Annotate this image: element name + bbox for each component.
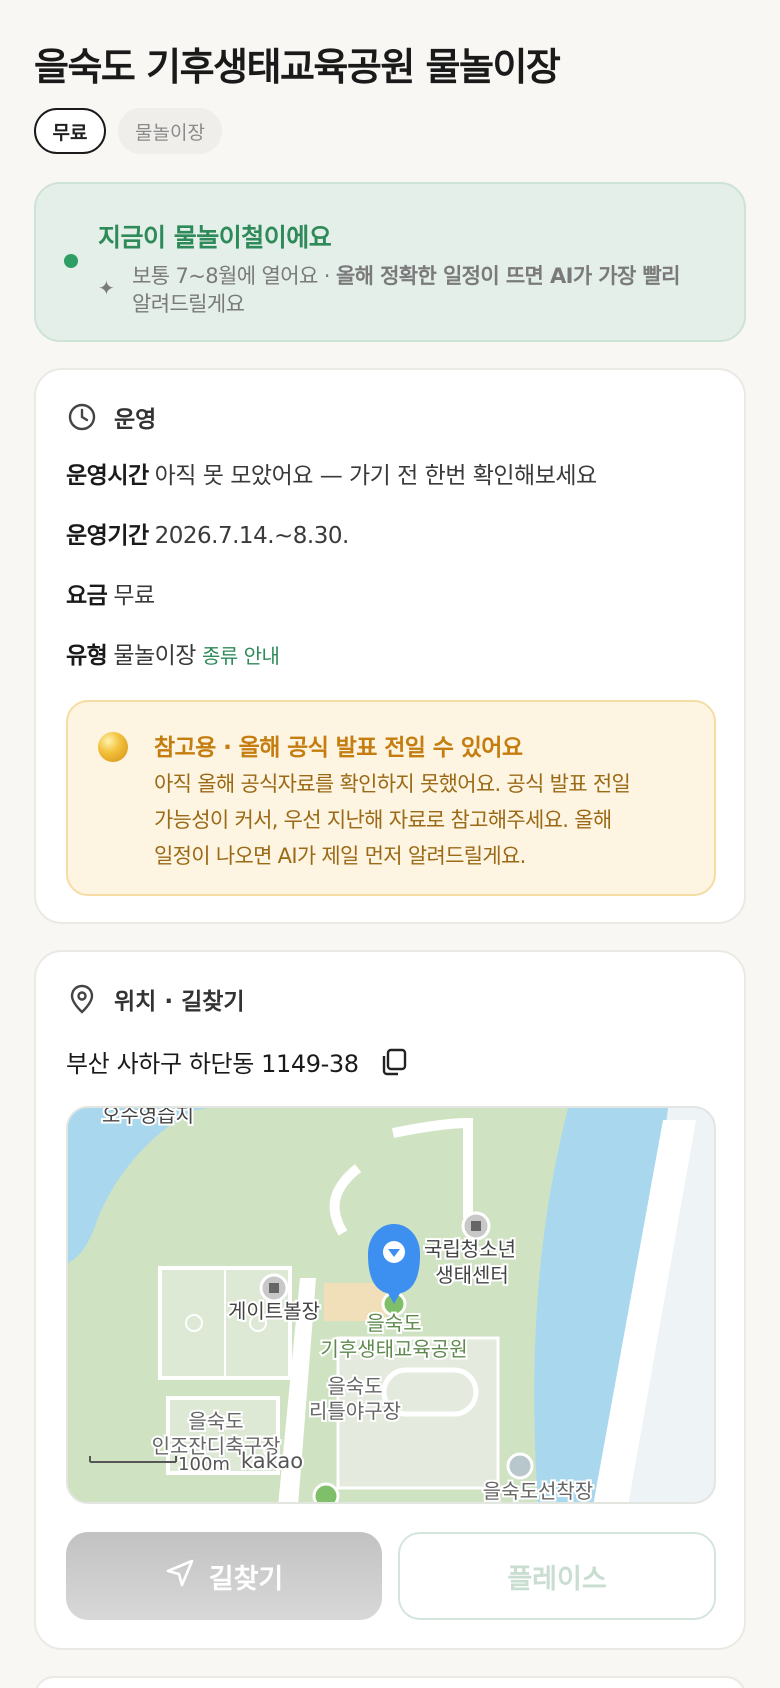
address-text: 부산 사하구 하단동 1149-38 [66,1050,359,1078]
map-label: 오수영습지 [102,1108,194,1127]
next-card-edge [34,1676,746,1688]
ai-orb-icon [98,732,128,762]
season-banner: 지금이 물놀이철이에요 ✦ 보통 7~8월에 열어요 · 올해 정확한 일정이 … [34,182,746,342]
location-header: 위치 · 길찾기 [66,982,245,1016]
page: 을숙도 기후생태교육공원 물놀이장 무료 물놀이장 지금이 물놀이철이에요 ✦ … [0,0,780,1688]
type-value: 물놀이장 [113,643,196,669]
notice-title: 참고용 · 올해 공식 발표 전일 수 있어요 [154,735,523,761]
clock-icon [66,401,98,433]
type-label: 유형 [66,643,108,669]
hours-label: 운영시간 [66,463,149,489]
map-canvas: 오수영습지 국립청소년 생태센터 게이트볼장 을숙도 기후생태교육공원 을숙도 … [68,1108,714,1504]
map-label: 을숙도 [327,1374,382,1398]
map-label: 기후생태교육공원 [320,1337,467,1361]
poi-marker[interactable] [506,1452,534,1480]
period-label: 운영기간 [66,523,149,549]
directions-label: 길찾기 [208,1563,284,1595]
type-chip[interactable]: 물놀이장 [118,108,222,154]
hours-value: 아직 못 모았어요 — 가기 전 한번 확인해보세요 [154,463,598,489]
fee-row: 요금 무료 [66,576,155,610]
map-label: 국립청소년 [424,1237,516,1261]
season-headline: 지금이 물놀이철이에요 [98,223,332,252]
period-row: 운영기간 2026.7.14.~8.30. [66,516,349,550]
poi-square [269,1283,279,1293]
map-label: 리틀야구장 [309,1399,401,1423]
map-label: 을숙도선착장 [483,1479,593,1503]
notice-body: 아직 올해 공식자료를 확인하지 못했어요. 공식 발표 전일 가능성이 커서,… [154,766,694,874]
notice-line: 가능성이 커서, 우선 지난해 자료로 참고해주세요. 올해 [154,808,612,832]
season-description: 보통 7~8월에 열어요 · 올해 정확한 일정이 뜨면 AI가 가장 빨리알려… [132,262,722,318]
operation-header: 운영 [66,400,156,434]
map-label: 게이트볼장 [228,1299,320,1323]
map-scale-label: 100m [178,1454,230,1475]
price-chip[interactable]: 무료 [34,108,106,154]
map-label: 생태센터 [435,1263,509,1287]
location-map[interactable]: 오수영습지 국립청소년 생태센터 게이트볼장 을숙도 기후생태교육공원 을숙도 … [66,1106,716,1504]
location-pin-icon [66,983,98,1015]
fee-value: 무료 [113,583,155,609]
type-row: 유형 물놀이장 종류 안내 [66,636,280,670]
map-label: 을숙도 [366,1311,421,1335]
fee-label: 요금 [66,583,108,609]
operation-card: 운영 운영시간 아직 못 모았어요 — 가기 전 한번 확인해보세요 운영기간 20… [34,368,746,924]
location-card: 위치 · 길찾기 부산 사하구 하단동 1149-38 오수영습지 국립청소년 … [34,950,746,1650]
notice-line: 일정이 나오면 AI가 제일 먼저 알려드릴게요. [154,844,526,868]
kakao-logo: kakao [241,1449,303,1473]
season-desc-suffix: 알려드릴게요 [132,292,245,316]
operation-title: 운영 [114,407,157,433]
place-button[interactable]: 플레이스 [398,1532,716,1620]
location-title: 위치 · 길찾기 [114,989,245,1015]
directions-button[interactable]: 길찾기 [66,1532,382,1620]
notice-line: 아직 올해 공식자료를 확인하지 못했어요. 공식 발표 전일 [154,772,631,796]
poi-marker[interactable] [312,1482,340,1504]
hours-row: 운영시간 아직 못 모았어요 — 가기 전 한번 확인해보세요 [66,456,597,490]
place-label: 플레이스 [507,1563,607,1595]
map-label: 을숙도 [188,1409,243,1433]
status-dot [64,254,78,268]
type-guide-link[interactable]: 종류 안내 [202,644,280,668]
season-desc-prefix: 보통 7~8월에 열어요 · [132,264,336,288]
address-row: 부산 사하구 하단동 1149-38 [66,1044,409,1079]
sparkle-icon: ✦ [98,276,115,300]
period-value: 2026.7.14.~8.30. [154,523,350,549]
poi-square [471,1221,481,1231]
page-title: 을숙도 기후생태교육공원 물놀이장 [34,45,561,89]
reference-notice: 참고용 · 올해 공식 발표 전일 수 있어요 아직 올해 공식자료를 확인하지… [66,700,716,896]
navigation-arrow-icon [165,1558,195,1595]
copy-icon[interactable] [379,1047,409,1077]
season-desc-emphasis: 올해 정확한 일정이 뜨면 AI가 가장 빨리 [335,264,681,288]
